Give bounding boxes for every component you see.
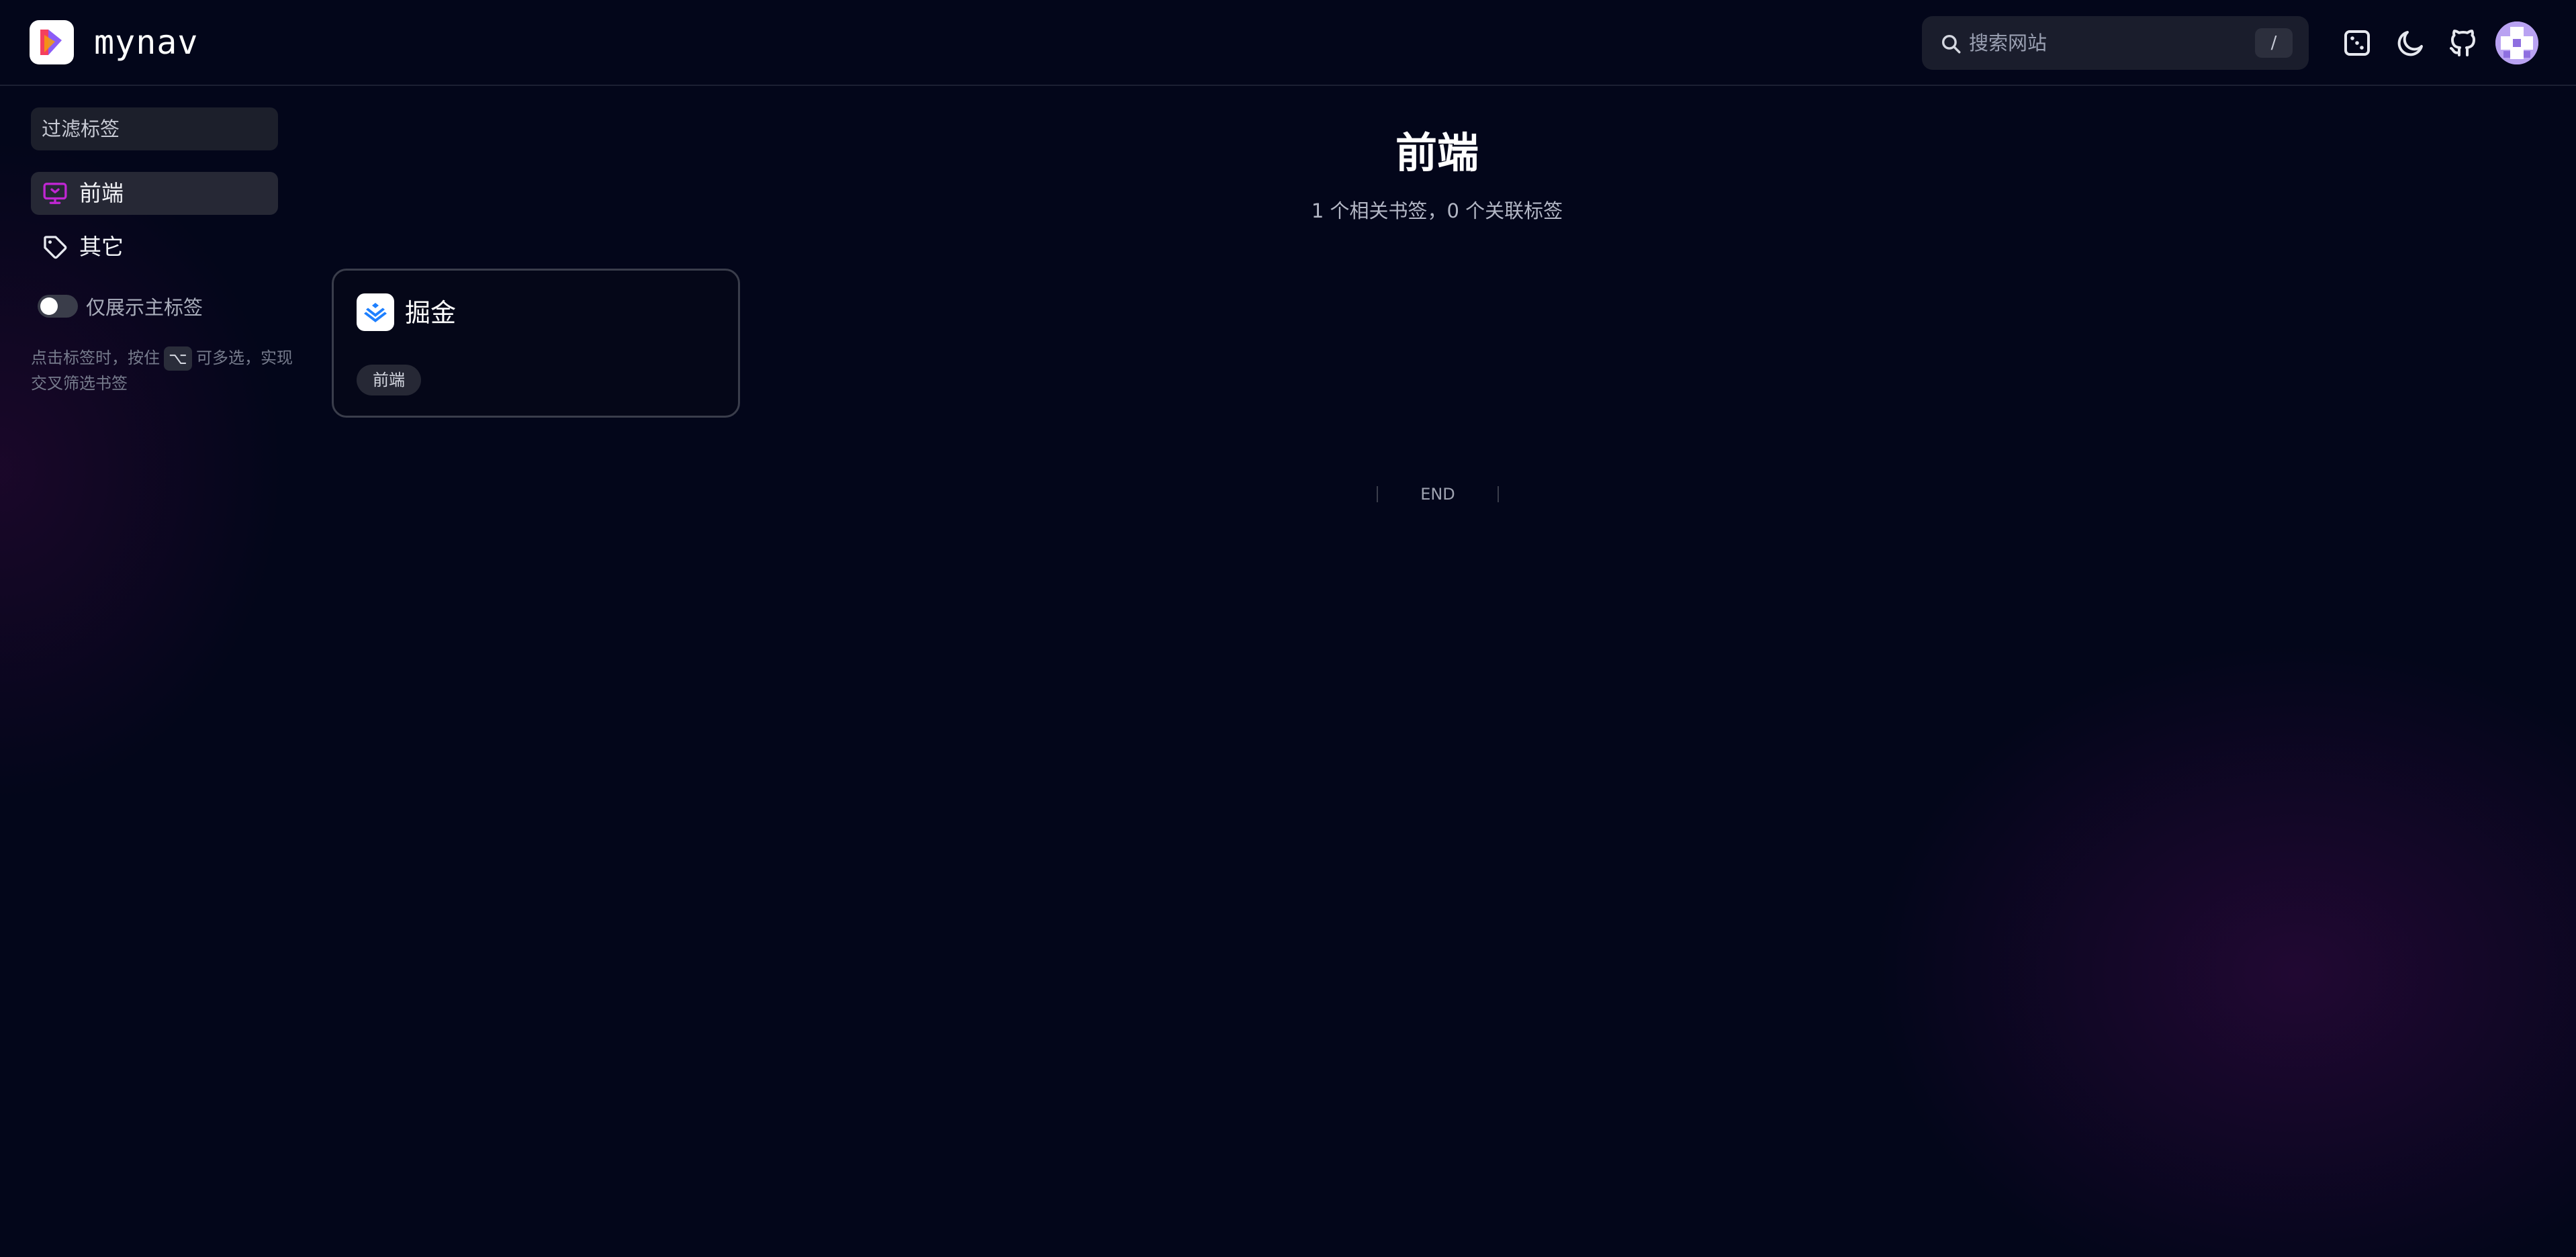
- juejin-logo-icon: [357, 293, 394, 331]
- brand[interactable]: mynav: [30, 20, 199, 64]
- page-subtitle: 1 个相关书签，0 个关联标签: [1311, 199, 1563, 222]
- end-divider-right: [1498, 486, 1499, 502]
- sidebar-item-label: 前端: [79, 180, 124, 206]
- filter-tags-input[interactable]: [31, 107, 278, 150]
- main-tags-only-toggle[interactable]: [38, 295, 78, 318]
- page-title: 前端: [1395, 128, 1479, 177]
- main-tags-only-toggle-row[interactable]: 仅展示主标签: [38, 291, 203, 321]
- hint-text-start: 点击标签时，按住: [31, 348, 160, 367]
- app-logo-icon: [30, 20, 74, 64]
- end-marker: END: [1375, 481, 1500, 508]
- search-box[interactable]: 搜索网站 /: [1922, 16, 2309, 70]
- toggle-label: 仅展示主标签: [86, 296, 203, 319]
- sidebar-item-other[interactable]: 其它: [31, 226, 278, 269]
- app-name: mynav: [94, 23, 199, 62]
- bookmark-title: 掘金: [405, 298, 457, 328]
- bookmark-tag[interactable]: 前端: [357, 365, 421, 395]
- avatar[interactable]: [2495, 21, 2538, 64]
- sidebar-item-label: 其它: [79, 234, 124, 260]
- option-key-badge: ⌥: [164, 346, 192, 371]
- dice-icon[interactable]: [2341, 27, 2373, 59]
- search-icon: [1941, 34, 1961, 54]
- github-icon[interactable]: [2447, 27, 2479, 59]
- search-input[interactable]: 搜索网站: [1969, 30, 2047, 56]
- tag-icon: [44, 236, 67, 259]
- sidebar-item-frontend[interactable]: 前端: [31, 172, 278, 215]
- moon-icon[interactable]: [2395, 27, 2427, 59]
- end-text: END: [1420, 485, 1455, 504]
- top-header: mynav 搜索网站 /: [0, 0, 2576, 86]
- multi-select-hint: 点击标签时，按住 ⌥ 可多选，实现交叉筛选书签: [31, 345, 293, 396]
- monitor-icon: [43, 183, 67, 204]
- search-shortcut-key: /: [2255, 28, 2293, 58]
- bookmark-card[interactable]: 掘金 前端: [332, 269, 740, 418]
